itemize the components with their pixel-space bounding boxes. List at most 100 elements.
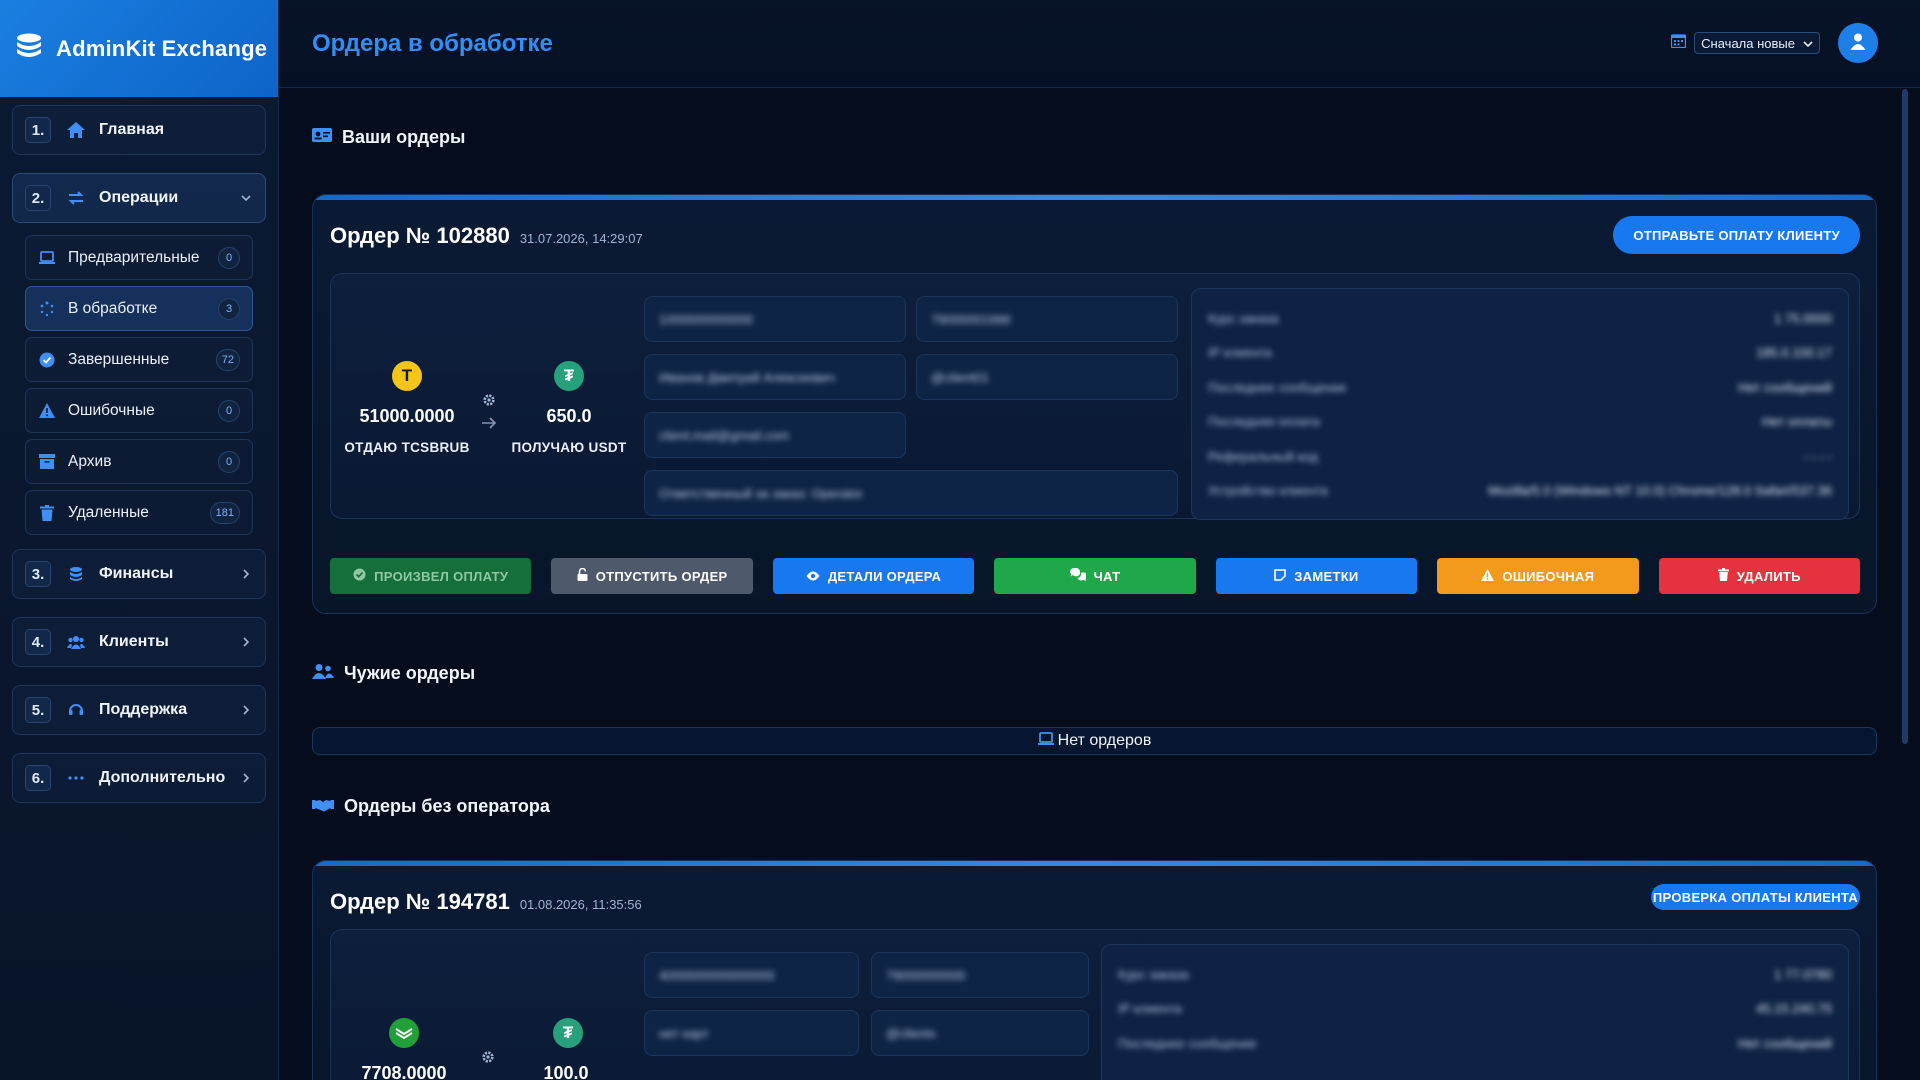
nav-label: Клиенты bbox=[99, 633, 169, 650]
eye-icon bbox=[806, 569, 820, 584]
email-field[interactable]: client.mail@gmail.com bbox=[644, 412, 906, 458]
coins-logo-icon bbox=[14, 31, 44, 66]
phone-value: 79000000000 bbox=[886, 967, 966, 983]
give-amount: 7708.0000 bbox=[361, 1063, 447, 1080]
submenu-item-deleted[interactable]: Удаленные 181 bbox=[25, 490, 253, 535]
info-row: IP клиента 45.15.240.75 bbox=[1118, 992, 1832, 1027]
nav-label: Дополнительно bbox=[99, 769, 226, 786]
info-label: Курс заказа bbox=[1118, 966, 1189, 982]
info-value: 1 75.0000 bbox=[1774, 310, 1832, 326]
phone-value: 79000001999 bbox=[931, 311, 1011, 327]
nav-label: Главная bbox=[99, 121, 165, 138]
tether-coin-icon: ₮ bbox=[554, 361, 584, 391]
warning-triangle-icon bbox=[38, 402, 56, 420]
get-amount: 100.0 bbox=[543, 1063, 589, 1080]
info-row: Курс заказа 1 77.0780 bbox=[1118, 957, 1832, 992]
order-number: Ордер № 194781 bbox=[330, 889, 510, 914]
info-label: IP клиента bbox=[1118, 1001, 1182, 1017]
sidebar-item-more[interactable]: 6. Дополнительно bbox=[12, 753, 266, 803]
info-label: Последнее сообщение bbox=[1208, 379, 1347, 395]
info-label: Курс заказа bbox=[1208, 310, 1279, 326]
phone-field[interactable]: 79000001999 bbox=[916, 296, 1178, 342]
spinner-icon bbox=[38, 300, 56, 318]
sidebar-item-home[interactable]: 1. Главная bbox=[12, 105, 266, 155]
chevron-down-icon bbox=[239, 191, 253, 205]
info-value: Нет сообщений bbox=[1738, 1035, 1832, 1051]
submenu-item-processing[interactable]: В обработке 3 bbox=[25, 286, 253, 331]
calendar-icon bbox=[1671, 33, 1687, 53]
submenu-label: Архив bbox=[68, 452, 112, 470]
order-status-button[interactable]: ОТПРАВЬТЕ ОПЛАТУ КЛИЕНТУ bbox=[1613, 216, 1860, 254]
swap-summary: T 51000.0000 ОТДАЮ TCSBRUB ₮ 650.0 ПОЛУЧ… bbox=[331, 274, 631, 518]
phone-field[interactable]: 79000000000 bbox=[871, 952, 1089, 998]
client-name-value: нет карт bbox=[659, 1025, 709, 1041]
operations-submenu: Предварительные 0 В обработке 3 Завершен… bbox=[12, 235, 266, 535]
info-value: 1 77.0780 bbox=[1774, 966, 1832, 982]
nav-label: Финансы bbox=[99, 565, 174, 582]
client-name-field[interactable]: Иванов Дмитрий Алексеевич bbox=[644, 354, 906, 400]
nav-number: 2. bbox=[25, 185, 51, 211]
count-badge: 181 bbox=[209, 501, 240, 524]
info-label: Реферальный код bbox=[1208, 448, 1318, 464]
sidebar-nav: 1. Главная 2. Операции Предварительные 0… bbox=[0, 97, 278, 829]
card-top-accent bbox=[313, 861, 1876, 866]
nav-number: 4. bbox=[25, 629, 51, 655]
sidebar-item-operations[interactable]: 2. Операции bbox=[12, 173, 266, 223]
sort-select-value: Сначала новые bbox=[1701, 35, 1795, 51]
order-details-panel: 7708.0000 ₮ 100.0 4000000000000000 79000… bbox=[330, 929, 1860, 1080]
submenu-item-errors[interactable]: Ошибочные 0 bbox=[25, 388, 253, 433]
sidebar-item-finance[interactable]: 3. Финансы bbox=[12, 549, 266, 599]
client-name-value: Иванов Дмитрий Алексеевич bbox=[659, 369, 835, 385]
order-header: Ордер № 102880 31.07.2026, 14:29:07 bbox=[330, 223, 643, 249]
submenu-label: Удаленные bbox=[68, 503, 149, 521]
order-status-button[interactable]: ПРОВЕРКА ОПЛАТЫ КЛИЕНТА bbox=[1650, 884, 1860, 910]
release-order-button[interactable]: ОТПУСТИТЬ ОРДЕР bbox=[551, 558, 753, 594]
home-icon bbox=[65, 119, 87, 141]
page-scrollbar[interactable] bbox=[1902, 89, 1908, 744]
sidebar-item-clients[interactable]: 4. Клиенты bbox=[12, 617, 266, 667]
paid-button[interactable]: ПРОИЗВЕЛ ОПЛАТУ bbox=[330, 558, 532, 594]
count-badge: 3 bbox=[218, 297, 240, 320]
chat-label: ЧАТ bbox=[1093, 568, 1121, 584]
id-card-icon bbox=[312, 127, 332, 148]
telegram-value: @client01 bbox=[931, 369, 990, 385]
users-icon bbox=[65, 631, 87, 653]
order-details-button[interactable]: ДЕТАЛИ ОРДЕРА bbox=[772, 558, 975, 594]
delete-button[interactable]: УДАЛИТЬ bbox=[1658, 558, 1860, 594]
check-circle-icon bbox=[38, 351, 56, 369]
get-amount: 650.0 bbox=[546, 406, 592, 426]
card-number-field[interactable]: 1000000000000 bbox=[644, 296, 906, 342]
info-label: Последнее сообщение bbox=[1118, 1035, 1257, 1051]
logo-bar[interactable]: AdminKit Exchange bbox=[0, 0, 278, 97]
user-icon bbox=[1849, 32, 1867, 55]
card-number-field[interactable]: 4000000000000000 bbox=[644, 952, 859, 998]
order-date: 01.08.2026, 11:35:56 bbox=[519, 897, 642, 912]
info-value: 45.15.240.75 bbox=[1756, 1001, 1832, 1017]
mark-error-button[interactable]: ОШИБОЧНАЯ bbox=[1437, 558, 1639, 594]
client-name-field[interactable]: нет карт bbox=[644, 1010, 859, 1056]
info-value: Mozilla/5.0 (Windows NT 10.0) Chrome/128… bbox=[1488, 483, 1832, 499]
trash-icon bbox=[38, 504, 56, 522]
card-top-accent bbox=[313, 195, 1876, 200]
telegram-field[interactable]: @client01 bbox=[916, 354, 1178, 400]
user-avatar[interactable] bbox=[1838, 23, 1878, 63]
chat-bubbles-icon bbox=[1069, 567, 1087, 584]
sort-select[interactable]: Сначала новые bbox=[1694, 32, 1820, 54]
unlock-icon bbox=[577, 567, 588, 584]
submenu-item-completed[interactable]: Завершенные 72 bbox=[25, 337, 253, 382]
check-circle-icon bbox=[353, 568, 366, 584]
responsible-field[interactable]: Ответственный за заказ: Operator bbox=[644, 470, 1178, 516]
nav-number: 3. bbox=[25, 561, 51, 587]
notes-button[interactable]: ЗАМЕТКИ bbox=[1215, 558, 1418, 594]
exchange-arrows-icon bbox=[65, 187, 87, 209]
section-title-no-operator: Ордеры без оператора bbox=[312, 796, 550, 817]
order-actions: ПРОИЗВЕЛ ОПЛАТУ ОТПУСТИТЬ ОРДЕР ДЕТАЛИ О… bbox=[330, 558, 1860, 594]
chat-button[interactable]: ЧАТ bbox=[994, 558, 1196, 594]
count-badge: 0 bbox=[218, 450, 240, 473]
give-amount: 51000.0000 bbox=[359, 406, 455, 426]
submenu-item-preliminary[interactable]: Предварительные 0 bbox=[25, 235, 253, 280]
telegram-field[interactable]: @clientx bbox=[871, 1010, 1089, 1056]
get-currency-label: ПОЛУЧАЮ USDT bbox=[511, 440, 627, 455]
sidebar-item-support[interactable]: 5. Поддержка bbox=[12, 685, 266, 735]
submenu-item-archive[interactable]: Архив 0 bbox=[25, 439, 253, 484]
